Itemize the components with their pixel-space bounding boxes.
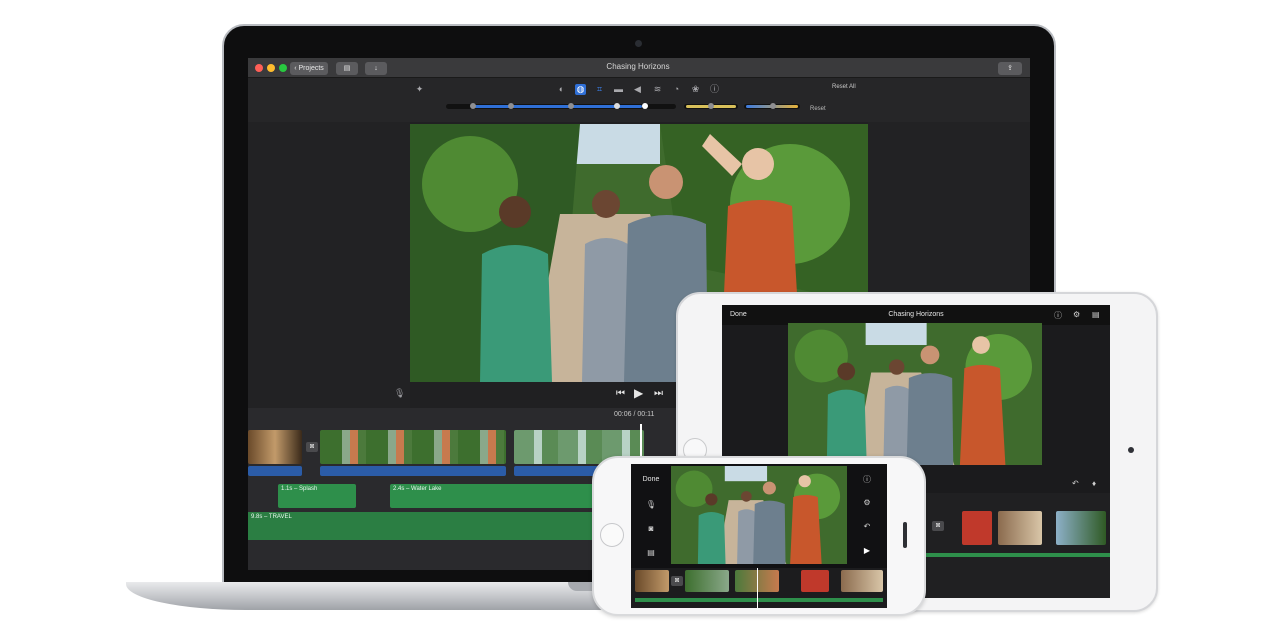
temperature-slider[interactable] — [744, 103, 800, 109]
audio-clip-splash[interactable]: 1.1s – Splash — [278, 484, 356, 508]
music-note-icon[interactable]: ♦ — [1092, 479, 1096, 488]
video-clip[interactable] — [248, 430, 302, 464]
video-clip[interactable] — [320, 430, 506, 464]
group-photo — [788, 323, 1042, 465]
help-icon[interactable]: ⓘ — [1054, 310, 1062, 321]
video-preview — [788, 323, 1042, 465]
reset-all-button[interactable]: Reset All — [832, 84, 856, 90]
undo-icon[interactable]: ↶ — [851, 522, 883, 531]
volume-icon[interactable]: ◀ — [632, 84, 643, 95]
info-icon[interactable]: ⓘ — [709, 84, 720, 95]
library-icon[interactable]: ▤ — [635, 548, 667, 557]
import-button[interactable]: ↓ — [365, 62, 387, 75]
clip-audio — [248, 466, 302, 476]
adjustments-bar: ✦ ◐ ◍ ⌗ ▬ ◀ ≋ ◔ ❀ ⓘ Reset All Reset — [248, 78, 1030, 122]
project-title: Chasing Horizons — [888, 311, 944, 318]
projects-label: Projects — [298, 65, 324, 72]
video-clip[interactable] — [801, 570, 829, 592]
macbook-camera — [635, 40, 642, 47]
video-clip[interactable] — [635, 570, 669, 592]
iphone-home-button[interactable] — [600, 523, 624, 547]
library-toggle-button[interactable]: ▤ — [336, 62, 358, 75]
play-icon[interactable]: ▶ — [634, 386, 643, 400]
transition-icon[interactable]: ⊠ — [306, 442, 318, 452]
color-slider[interactable] — [446, 103, 676, 109]
next-icon[interactable]: ⏭ — [654, 388, 663, 399]
microphone-icon[interactable]: 🎙 — [635, 500, 667, 509]
close-window-button[interactable] — [255, 64, 263, 72]
play-icon[interactable]: ▶ — [851, 546, 883, 555]
color-balance-icon[interactable]: ◐ — [556, 84, 567, 95]
playhead[interactable] — [757, 568, 758, 608]
video-preview — [671, 466, 847, 564]
library-icon: ▤ — [343, 65, 351, 72]
share-icon: ⇪ — [1007, 65, 1013, 72]
slider-knob[interactable] — [508, 103, 514, 109]
ipad-camera — [1128, 447, 1134, 453]
video-clip[interactable] — [841, 570, 883, 592]
slider-knob[interactable] — [470, 103, 476, 109]
clip-label: 2.4s – Water Lake — [393, 486, 442, 492]
done-button[interactable]: Done — [635, 476, 667, 483]
help-icon[interactable]: ⓘ — [851, 474, 883, 485]
speed-icon[interactable]: ◔ — [671, 84, 682, 95]
iphone-speaker — [903, 522, 907, 548]
done-button[interactable]: Done — [730, 311, 747, 318]
video-clip[interactable] — [685, 570, 729, 592]
noise-equalizer-icon[interactable]: ≋ — [652, 84, 663, 95]
library-icon[interactable]: ▤ — [1092, 310, 1100, 319]
timecode: 00:06 / 00:11 — [614, 411, 655, 418]
clip-label: 1.1s – Splash — [281, 486, 318, 492]
audio-clip-water-lake[interactable]: 2.4s – Water Lake — [390, 484, 596, 508]
slider-knob[interactable] — [642, 103, 648, 109]
title-bar: ‹ Projects ▤ ↓ Chasing Horizons ⇪ — [248, 58, 1030, 78]
slider-knob[interactable] — [770, 103, 776, 109]
video-clip[interactable] — [998, 511, 1042, 545]
iphone-timeline: ⊠ — [631, 568, 887, 608]
import-icon: ↓ — [374, 65, 378, 72]
share-button[interactable]: ⇪ — [998, 62, 1022, 75]
video-clip[interactable] — [1056, 511, 1106, 545]
window-title: Chasing Horizons — [606, 62, 670, 71]
group-photo — [671, 466, 847, 564]
transition-icon[interactable]: ⊠ — [932, 521, 944, 531]
transition-icon[interactable]: ⊠ — [671, 576, 683, 586]
filter-icon[interactable]: ❀ — [690, 84, 701, 95]
camera-icon[interactable]: ◙ — [635, 524, 667, 533]
slider-knob[interactable] — [708, 103, 714, 109]
slider-knob[interactable] — [568, 103, 574, 109]
viewer-margin-left — [248, 122, 410, 408]
magic-wand-icon[interactable]: ✦ — [414, 84, 425, 95]
minimize-window-button[interactable] — [267, 64, 275, 72]
projects-button[interactable]: ‹ Projects — [290, 62, 328, 75]
zoom-window-button[interactable] — [279, 64, 287, 72]
slider-knob[interactable] — [614, 103, 620, 109]
clip-audio — [320, 466, 506, 476]
stabilize-icon[interactable]: ▬ — [613, 84, 624, 95]
music-track[interactable] — [635, 598, 883, 602]
settings-icon[interactable]: ⚙ — [1073, 310, 1080, 319]
music-track[interactable] — [922, 553, 1110, 557]
clip-label: 9.8s – TRAVEL — [251, 514, 292, 520]
saturation-slider[interactable] — [684, 103, 738, 109]
microphone-icon[interactable]: 🎙 — [394, 388, 405, 399]
reset-button[interactable]: Reset — [810, 106, 826, 112]
ipad-top-bar: Done Chasing Horizons ⓘ ⚙ ▤ — [722, 305, 1110, 325]
color-correction-icon[interactable]: ◍ — [575, 84, 586, 95]
settings-icon[interactable]: ⚙ — [851, 498, 883, 507]
crop-icon[interactable]: ⌗ — [594, 84, 605, 95]
previous-icon[interactable]: ⏮ — [616, 388, 625, 399]
undo-icon[interactable]: ↶ — [1072, 479, 1079, 488]
imovie-iphone-screen: Done 🎙 ◙ ▤ ⓘ ⚙ ↶ ▶ ⊠ — [631, 464, 887, 608]
video-clip[interactable] — [962, 511, 992, 545]
chevron-left-icon: ‹ — [294, 65, 297, 72]
